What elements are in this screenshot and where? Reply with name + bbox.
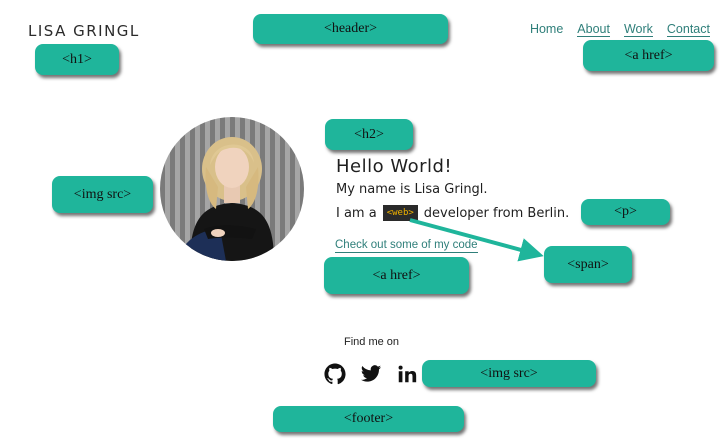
- annotation-social-img-tag: <img src>: [422, 360, 596, 387]
- greeting-heading: Hello World!: [336, 156, 453, 177]
- nav-home-link[interactable]: Home: [530, 22, 563, 37]
- intro-line-role: I am a <web> developer from Berlin.: [336, 205, 569, 221]
- nav-about-link[interactable]: About: [577, 22, 610, 37]
- find-me-label: Find me on: [344, 336, 400, 348]
- annotation-h1-tag: <h1>: [35, 44, 119, 75]
- annotation-span-tag: <span>: [544, 246, 632, 283]
- annotation-avatar-img-tag: <img src>: [52, 176, 153, 213]
- site-title: LISA GRINGL: [28, 22, 140, 40]
- nav-work-link[interactable]: Work: [623, 22, 653, 37]
- twitter-icon[interactable]: [360, 363, 382, 390]
- main-nav: Home About Work Contact: [530, 22, 710, 37]
- linkedin-icon[interactable]: [396, 363, 418, 390]
- annotation-code-link-tag: <a href>: [324, 257, 469, 294]
- intro-role-prefix: I am a: [336, 205, 377, 221]
- intro-role-suffix: developer from Berlin.: [423, 205, 570, 221]
- intro-line-name: My name is Lisa Gringl.: [336, 182, 488, 197]
- annotation-nav-link-tag: <a href>: [583, 40, 714, 71]
- profile-photo: [160, 117, 304, 261]
- annotation-footer-tag: <footer>: [273, 406, 464, 432]
- nav-contact-link[interactable]: Contact: [666, 22, 710, 37]
- code-link[interactable]: Check out some of my code: [335, 239, 478, 253]
- annotation-p-tag: <p>: [581, 199, 670, 225]
- annotation-h2-tag: <h2>: [325, 119, 413, 150]
- profile-photo-illustration: [178, 137, 274, 261]
- github-icon[interactable]: [324, 363, 346, 390]
- annotation-header-tag: <header>: [253, 14, 448, 44]
- web-chip: <web>: [382, 205, 418, 221]
